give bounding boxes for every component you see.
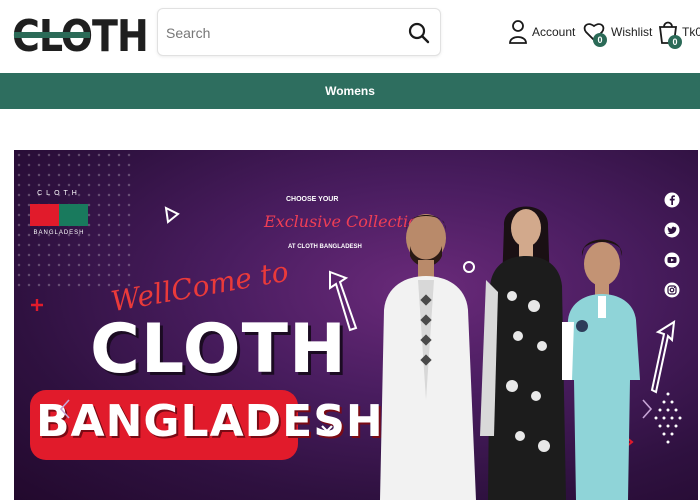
hero-banner[interactable]: CLOTH BANGLADESH WellCome to CLOTH BANGL… bbox=[14, 150, 698, 500]
triangle-deco-icon bbox=[164, 206, 180, 224]
arrow-up-right-deco-icon bbox=[650, 320, 676, 394]
flag-red-block bbox=[30, 204, 59, 226]
site-logo[interactable]: CLOTH bbox=[12, 6, 149, 62]
user-icon bbox=[509, 20, 527, 44]
search-box bbox=[157, 8, 441, 56]
youtube-icon[interactable] bbox=[664, 252, 680, 268]
diamond-dots-deco-icon bbox=[654, 392, 682, 444]
banner-brand-top: CLOTH bbox=[37, 190, 81, 197]
male-model-image bbox=[380, 214, 476, 500]
nav-item-womens[interactable]: Womens bbox=[325, 84, 375, 98]
main-nav: Womens bbox=[0, 73, 700, 109]
banner-title-bangladesh: BANGLADESH bbox=[36, 396, 384, 447]
twitter-icon[interactable] bbox=[664, 222, 680, 238]
carousel-prev-icon[interactable] bbox=[58, 398, 72, 420]
banner-brand-logo: CLOTH BANGLADESH bbox=[28, 190, 90, 242]
logo-stripe bbox=[14, 32, 90, 38]
site-header: CLOTH Account 0 Wishlist 0 Tk0 bbox=[0, 0, 700, 73]
search-icon bbox=[408, 22, 430, 44]
banner-brand-bottom: BANGLADESH bbox=[33, 230, 85, 236]
wishlist-count-badge: 0 bbox=[593, 33, 607, 47]
at-cloth-text: AT CLOTH BANGLADESH bbox=[288, 244, 362, 250]
facebook-icon[interactable] bbox=[664, 192, 680, 208]
search-button[interactable] bbox=[406, 20, 432, 46]
flag-green-block bbox=[59, 204, 88, 226]
carousel-next-icon[interactable] bbox=[640, 398, 654, 420]
instagram-icon[interactable] bbox=[664, 282, 680, 298]
cart-count-badge: 0 bbox=[668, 35, 682, 49]
boy-model-image bbox=[562, 239, 640, 500]
account-label: Account bbox=[532, 25, 576, 39]
cart-link[interactable]: 0 Tk0 bbox=[657, 16, 700, 49]
plus-deco-icon bbox=[31, 299, 43, 311]
welcome-text: WellCome to bbox=[108, 254, 291, 319]
search-input[interactable] bbox=[166, 20, 396, 46]
choose-your-text: CHOOSE YOUR bbox=[286, 196, 339, 203]
wishlist-label: Wishlist bbox=[611, 25, 653, 39]
banner-title-cloth: CLOTH bbox=[90, 310, 347, 389]
cart-total: Tk0 bbox=[682, 25, 700, 39]
account-link[interactable]: Account bbox=[508, 16, 575, 48]
wishlist-link[interactable]: 0 Wishlist bbox=[583, 16, 652, 48]
